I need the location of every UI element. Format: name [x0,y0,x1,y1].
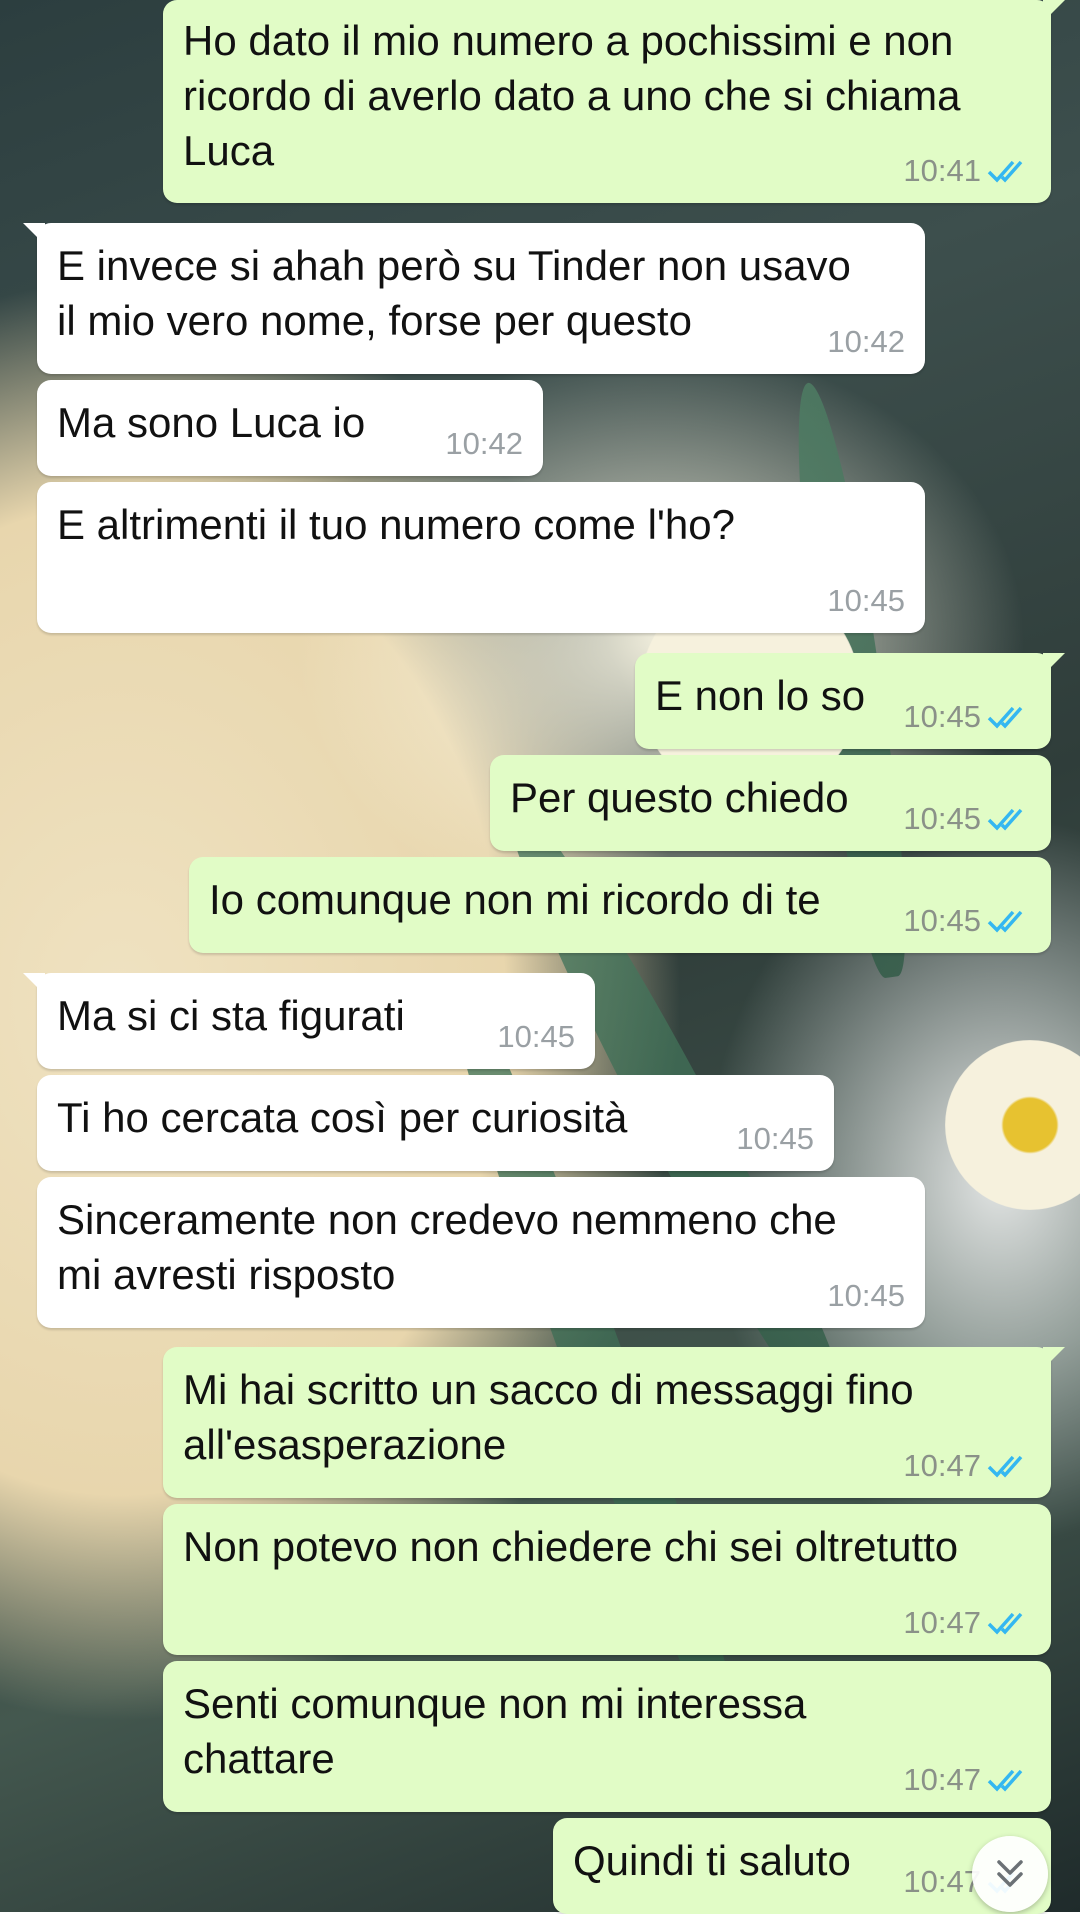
message-time: 10:45 [827,1278,905,1313]
message-meta: 10:47 [903,1762,1031,1798]
double-chevron-down-icon [997,1860,1023,1887]
message-bubble-incoming[interactable]: Ma sono Luca io 10:42 [37,380,543,476]
message-time: 10:47 [903,1864,981,1899]
double-check-icon [987,808,1023,831]
message-meta: 10:45 [903,699,1031,735]
message-time: 10:45 [903,699,981,734]
message-bubble-outgoing[interactable]: Ho dato il mio numero a pochissimi e non… [163,0,1065,203]
message-meta: 10:45 [903,903,1031,939]
message-time: 10:42 [827,324,905,359]
message-time: 10:47 [903,1448,981,1483]
message-meta: 10:42 [827,324,905,360]
message-text: E invece si ahah però su Tinder non usav… [57,242,851,344]
message-meta: 10:47 [903,1448,1031,1484]
message-bubble-incoming[interactable]: Ma si ci sta figurati 10:45 [23,973,595,1069]
message-time: 10:45 [903,801,981,836]
message-time: 10:45 [736,1121,814,1156]
message-bubble-incoming[interactable]: Sinceramente non credevo nemmeno che mi … [37,1177,925,1328]
message-bubble-outgoing[interactable]: Non potevo non chiedere chi sei oltretut… [163,1504,1051,1655]
message-bubble-outgoing[interactable]: Mi hai scritto un sacco di messaggi fino… [163,1347,1065,1498]
message-meta: 10:45 [827,583,905,619]
double-check-icon [987,706,1023,729]
message-time: 10:45 [903,903,981,938]
double-check-icon [987,1769,1023,1792]
double-check-icon [987,1612,1023,1635]
message-bubble-outgoing[interactable]: Io comunque non mi ricordo di te 10:45 [189,857,1051,953]
message-time: 10:45 [497,1019,575,1054]
message-time: 10:45 [827,583,905,618]
message-time: 10:47 [903,1605,981,1640]
message-list[interactable]: Ho dato il mio numero a pochissimi e non… [0,0,1080,1914]
message-text: E altrimenti il tuo numero come l'ho? [57,501,735,548]
message-bubble-incoming[interactable]: E altrimenti il tuo numero come l'ho? 10… [37,482,925,633]
message-meta: 10:41 [903,153,1031,189]
message-meta: 10:45 [827,1278,905,1314]
message-text: Sinceramente non credevo nemmeno che mi … [57,1196,837,1298]
double-check-icon [987,160,1023,183]
message-bubble-outgoing[interactable]: Senti comunque non mi interessa chattare… [163,1661,1051,1812]
message-bubble-incoming[interactable]: Ti ho cercata così per curiosità 10:45 [37,1075,834,1171]
message-time: 10:41 [903,153,981,188]
double-check-icon [987,910,1023,933]
message-text: Ti ho cercata così per curiosità [57,1094,628,1141]
message-bubble-incoming[interactable]: E invece si ahah però su Tinder non usav… [23,223,925,374]
message-meta: 10:45 [497,1019,575,1055]
message-meta: 10:45 [736,1121,814,1157]
message-bubble-outgoing[interactable]: Per questo chiedo 10:45 [490,755,1051,851]
scroll-to-bottom-button[interactable] [972,1836,1048,1912]
message-meta: 10:42 [445,426,523,462]
message-text: Non potevo non chiedere chi sei oltretut… [183,1523,959,1570]
message-bubble-outgoing[interactable]: E non lo so 10:45 [635,653,1065,749]
double-check-icon [987,1455,1023,1478]
message-meta: 10:47 [903,1605,1031,1641]
message-time: 10:42 [445,426,523,461]
message-meta: 10:45 [903,801,1031,837]
message-time: 10:47 [903,1762,981,1797]
